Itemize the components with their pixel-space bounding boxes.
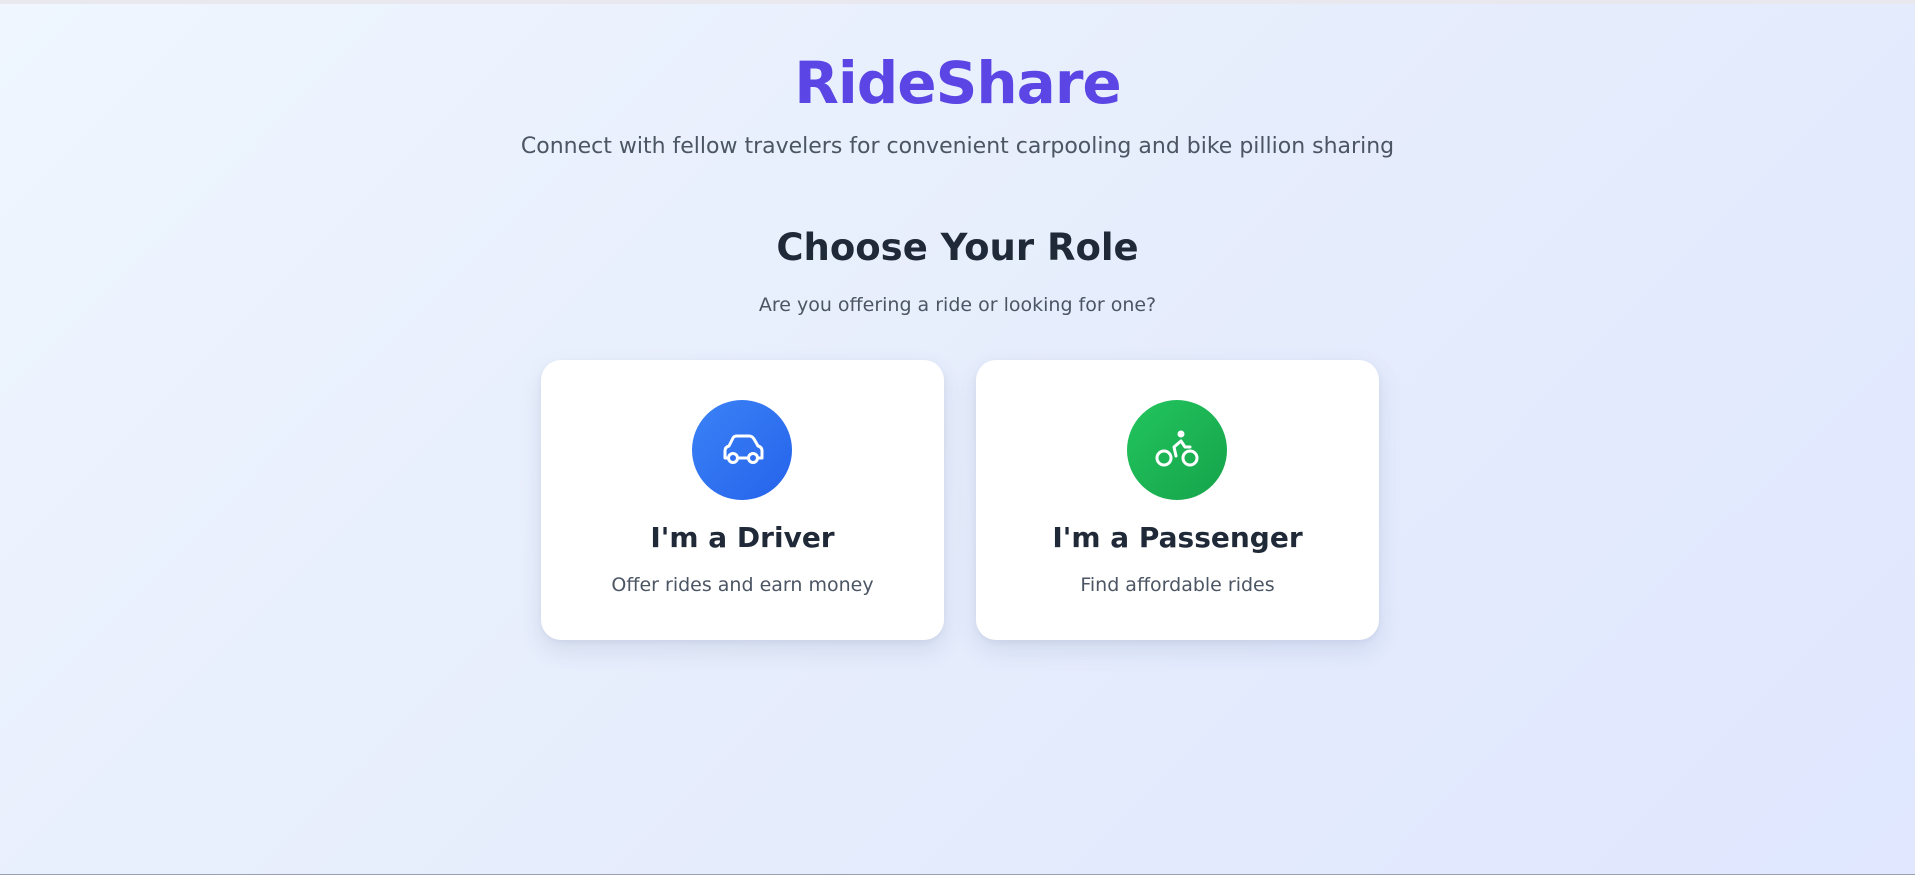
driver-role-card[interactable]: I'm a Driver Offer rides and earn money: [541, 360, 944, 640]
driver-card-description: Offer rides and earn money: [611, 574, 874, 596]
brand-logo-text: RideShare: [794, 49, 1122, 117]
passenger-card-description: Find affordable rides: [1080, 574, 1275, 596]
tagline: Connect with fellow travelers for conven…: [520, 134, 1395, 159]
driver-card-title: I'm a Driver: [650, 521, 835, 554]
passenger-role-card[interactable]: I'm a Passenger Find affordable rides: [976, 360, 1379, 640]
car-icon: [723, 434, 764, 464]
bike-icon: [1155, 430, 1199, 467]
choose-role-title: Choose Your Role: [776, 226, 1139, 269]
choose-role-subtitle: Are you offering a ride or looking for o…: [758, 294, 1157, 316]
bike-icon-badge: [1127, 400, 1227, 500]
passenger-card-title: I'm a Passenger: [1052, 521, 1303, 554]
car-icon-badge: [692, 400, 792, 500]
